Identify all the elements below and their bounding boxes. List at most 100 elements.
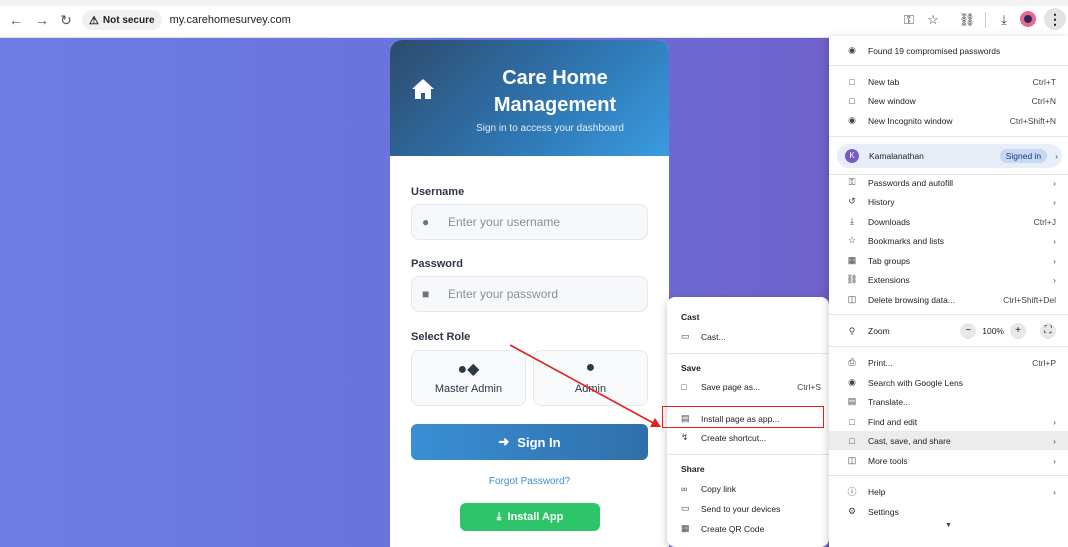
signed-in-badge: Signed in <box>999 149 1048 163</box>
shield-icon: ◉ <box>848 45 856 55</box>
cast-header: Cast <box>681 312 700 322</box>
qr-code-icon: ▦ <box>681 523 690 533</box>
new-tab-icon: □ <box>849 76 855 87</box>
profile-avatar: K <box>845 149 859 163</box>
chevron-right-icon: › <box>1053 255 1056 266</box>
create-shortcut-label: Create shortcut... <box>701 432 767 443</box>
shortcut-icon: ↯ <box>681 432 689 442</box>
incognito-item[interactable]: ◉ New Incognito window Ctrl+Shift+N <box>829 111 1068 130</box>
chevron-right-icon: › <box>1053 274 1056 285</box>
tab-groups-icon: ▦ <box>847 255 857 265</box>
settings-label: Settings <box>868 506 899 517</box>
translate-item[interactable]: ▤ Translate... <box>829 392 1068 411</box>
cast-save-icon: □ <box>849 435 855 446</box>
zoom-icon: ⚲ <box>848 325 856 336</box>
cast-save-share-item[interactable]: □ Cast, save, and share › <box>829 431 1068 450</box>
copy-link-item[interactable]: ∞ Copy link <box>681 484 821 494</box>
cast-icon: ▭ <box>681 331 690 341</box>
new-window-shortcut: Ctrl+N <box>1031 95 1056 106</box>
history-item[interactable]: ↺ History › <box>829 192 1068 211</box>
print-item[interactable]: ⎙ Print... Ctrl+P <box>829 353 1068 372</box>
chevron-right-icon: › <box>1053 455 1056 466</box>
downloads-shortcut: Ctrl+J <box>1033 216 1056 227</box>
save-page-item[interactable]: □ Save page as... Ctrl+S <box>681 382 821 392</box>
cast-item[interactable]: ▭ Cast... <box>681 331 821 342</box>
zoom-out-button[interactable]: − <box>960 323 977 339</box>
downloads-item[interactable]: ⤓ Downloads Ctrl+J <box>829 212 1068 231</box>
share-header: Share <box>681 464 705 474</box>
divider <box>667 454 829 455</box>
delete-data-label: Delete browsing data... <box>868 294 955 305</box>
compromised-passwords-item[interactable]: ◉ Found 19 compromised passwords <box>829 41 1068 60</box>
google-lens-item[interactable]: ◉ Search with Google Lens <box>829 373 1068 392</box>
divider <box>829 65 1068 66</box>
delete-data-shortcut: Ctrl+Shift+Del <box>1003 294 1056 305</box>
fullscreen-icon[interactable]: ⛶ <box>1040 323 1056 339</box>
save-page-label: Save page as... <box>701 382 761 392</box>
create-qr-code-label: Create QR Code <box>701 523 765 534</box>
gear-icon: ⚙ <box>847 506 857 516</box>
incognito-icon: ◉ <box>848 115 856 125</box>
translate-label: Translate... <box>868 396 911 407</box>
history-icon: ↺ <box>848 196 856 206</box>
save-page-icon: □ <box>681 382 687 392</box>
passwords-label: Passwords and autofill <box>868 177 954 188</box>
create-qr-code-item[interactable]: ▦ Create QR Code <box>681 523 821 534</box>
toolbox-icon: ◫ <box>847 455 857 465</box>
scroll-down-icon[interactable]: ▼ <box>945 522 952 529</box>
cast-save-share-label: Cast, save, and share <box>868 435 951 446</box>
translate-icon: ▤ <box>847 396 857 406</box>
incognito-label: New Incognito window <box>868 115 953 126</box>
delete-browsing-data-item[interactable]: ◫ Delete browsing data... Ctrl+Shift+Del <box>829 290 1068 309</box>
settings-item[interactable]: ⚙ Settings <box>829 502 1068 521</box>
find-edit-item[interactable]: □ Find and edit › <box>829 412 1068 431</box>
passwords-item[interactable]: ⚿ Passwords and autofill › <box>829 173 1068 192</box>
zoom-row: ⚲ Zoom − 100% + ⛶ <box>829 321 1068 341</box>
divider <box>667 353 829 354</box>
help-item[interactable]: ⓘ Help › <box>829 482 1068 501</box>
incognito-shortcut: Ctrl+Shift+N <box>1009 115 1056 126</box>
chevron-right-icon: › <box>1053 235 1056 246</box>
new-tab-item[interactable]: □ New tab Ctrl+T <box>829 72 1068 91</box>
divider <box>829 136 1068 137</box>
print-shortcut: Ctrl+P <box>1032 357 1056 368</box>
key-icon: ⚿ <box>848 177 856 187</box>
new-window-item[interactable]: □ New window Ctrl+N <box>829 91 1068 110</box>
save-page-shortcut: Ctrl+S <box>797 382 821 392</box>
divider <box>829 346 1068 347</box>
profile-row[interactable]: K Kamalanathan Signed in › <box>837 144 1062 168</box>
more-tools-item[interactable]: ◫ More tools › <box>829 451 1068 470</box>
new-tab-label: New tab <box>868 76 900 87</box>
bookmarks-item[interactable]: ☆ Bookmarks and lists › <box>829 231 1068 250</box>
chevron-right-icon: › <box>1053 486 1056 497</box>
divider <box>829 314 1068 315</box>
help-label: Help <box>868 486 886 497</box>
chevron-right-icon: › <box>1053 416 1056 427</box>
cast-item-label: Cast... <box>701 331 726 342</box>
help-icon: ⓘ <box>847 487 857 497</box>
divider <box>829 475 1068 476</box>
download-icon: ⤓ <box>850 216 854 226</box>
zoom-in-button[interactable]: + <box>1010 323 1026 339</box>
trash-icon: ◫ <box>847 294 857 304</box>
history-label: History <box>868 196 895 207</box>
zoom-label: Zoom <box>868 326 890 336</box>
new-window-icon: □ <box>849 95 855 106</box>
tab-groups-item[interactable]: ▦ Tab groups › <box>829 251 1068 270</box>
find-edit-label: Find and edit <box>868 416 918 427</box>
puzzle-icon: ⛓ <box>846 274 858 284</box>
highlight-box <box>662 406 824 428</box>
chevron-right-icon: › <box>1053 196 1056 207</box>
zoom-value: 100% <box>982 326 1004 336</box>
bookmarks-label: Bookmarks and lists <box>868 235 945 246</box>
chevron-right-icon: › <box>1055 151 1058 161</box>
lens-label: Search with Google Lens <box>868 377 963 388</box>
create-shortcut-item[interactable]: ↯ Create shortcut... <box>681 432 821 443</box>
lens-icon: ◉ <box>848 377 856 387</box>
tab-groups-label: Tab groups <box>868 255 911 266</box>
downloads-label: Downloads <box>868 216 911 227</box>
extensions-item[interactable]: ⛓ Extensions › <box>829 270 1068 289</box>
copy-link-label: Copy link <box>701 484 736 494</box>
send-to-devices-item[interactable]: ▭ Send to your devices <box>681 503 821 514</box>
send-to-devices-label: Send to your devices <box>701 503 781 514</box>
